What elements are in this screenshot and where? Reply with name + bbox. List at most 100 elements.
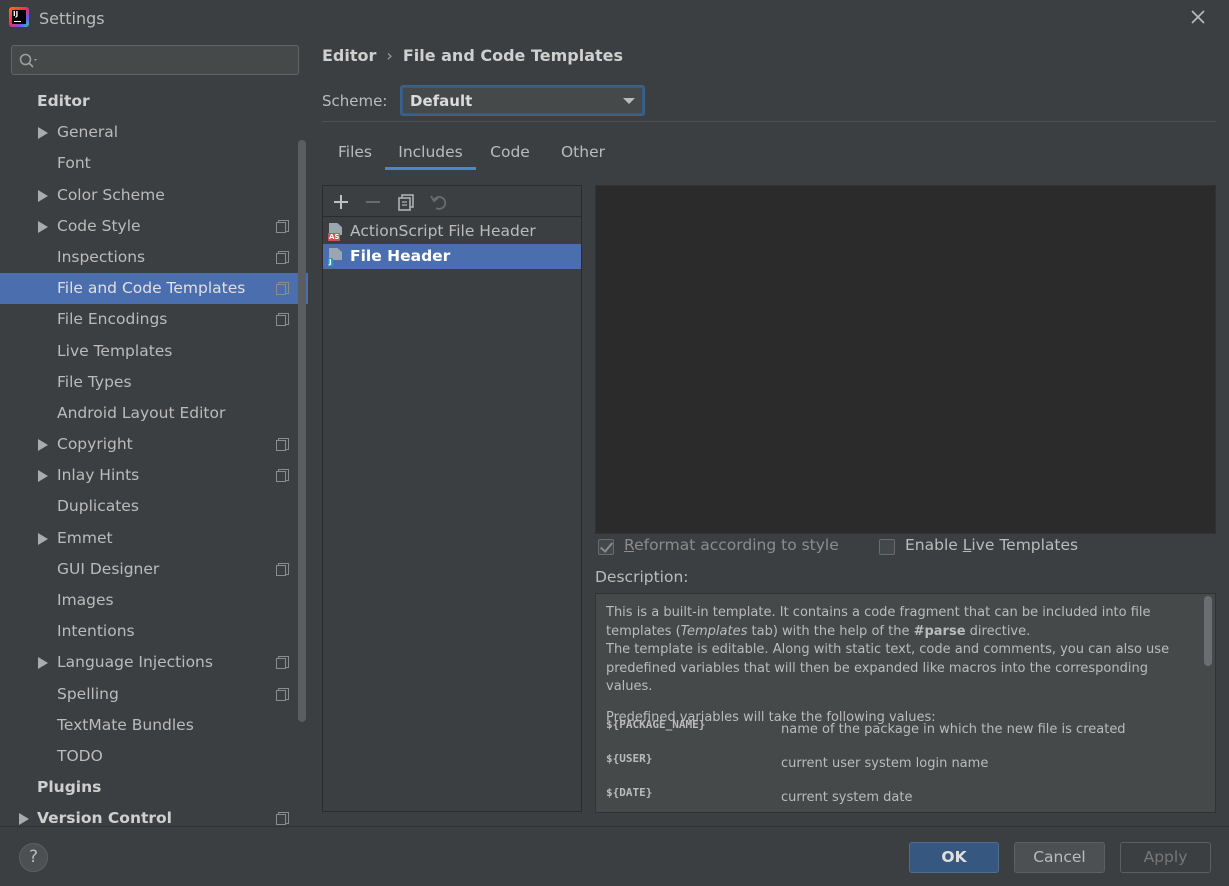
sidebar-item-general[interactable]: General — [0, 117, 308, 148]
sidebar-item-label: Editor — [37, 92, 90, 110]
breadcrumb-current: File and Code Templates — [402, 46, 624, 65]
templates-toolbar — [323, 186, 581, 217]
sidebar-item-file-encodings[interactable]: File Encodings — [0, 304, 308, 335]
variable-description: name of the package in which the new fil… — [781, 722, 1126, 737]
variable-row: ${PACKAGE_NAME} name of the package in wh… — [606, 718, 1196, 752]
reformat-checkbox[interactable] — [598, 539, 614, 555]
sidebar-item-file-types[interactable]: File Types — [0, 367, 308, 398]
chevron-down-icon — [623, 98, 635, 104]
expand-arrow-icon[interactable] — [38, 439, 48, 452]
search-input[interactable] — [46, 49, 291, 71]
help-button[interactable]: ? — [19, 843, 48, 872]
sidebar-item-android-layout-editor[interactable]: Android Layout Editor — [0, 398, 308, 429]
sidebar-item-textmate-bundles[interactable]: TextMate Bundles — [0, 710, 308, 741]
copy-icon[interactable] — [396, 192, 416, 212]
settings-tree: Editor General Font Color Scheme Code Style I… — [0, 86, 308, 835]
template-label: ActionScript File Header — [350, 222, 536, 240]
expand-arrow-icon[interactable] — [38, 532, 48, 545]
breadcrumb-separator: › — [386, 46, 393, 65]
tab-other[interactable]: Other — [553, 136, 613, 170]
breadcrumb-parent[interactable]: Editor — [322, 46, 376, 65]
sidebar-item-intentions[interactable]: Intentions — [0, 616, 308, 647]
cancel-button[interactable]: Cancel — [1014, 842, 1105, 873]
add-icon[interactable] — [331, 192, 351, 212]
sidebar-item-label: Android Layout Editor — [57, 403, 226, 422]
sidebar-item-label: Code Style — [57, 216, 141, 235]
settings-sidebar: Editor General Font Color Scheme Code Style I… — [0, 36, 308, 827]
project-settings-icon — [276, 687, 289, 701]
sidebar-item-gui-designer[interactable]: GUI Designer — [0, 554, 308, 585]
scheme-label: Scheme: — [322, 92, 388, 110]
expand-arrow-icon[interactable] — [38, 470, 48, 483]
sidebar-item-images[interactable]: Images — [0, 585, 308, 616]
sidebar-item-font[interactable]: Font — [0, 148, 308, 179]
content-panel: Editor › File and Code Templates Scheme: D… — [308, 36, 1229, 826]
template-item[interactable]: J File Header — [323, 244, 581, 269]
sidebar-item-todo[interactable]: TODO — [0, 741, 308, 772]
settings-search[interactable] — [11, 45, 299, 75]
variable-name: ${PACKAGE_NAME} — [606, 718, 706, 731]
sidebar-item-color-scheme[interactable]: Color Scheme — [0, 180, 308, 211]
sidebar-item-plugins[interactable]: Plugins — [0, 772, 308, 803]
description-label: Description: — [595, 568, 689, 586]
variables-table: ${PACKAGE_NAME} name of the package in wh… — [606, 718, 1196, 812]
scheme-dropdown[interactable]: Default — [400, 85, 645, 116]
file-template-icon: AS — [328, 223, 344, 241]
sidebar-item-label: Copyright — [57, 435, 133, 454]
sidebar-item-label: Duplicates — [57, 497, 139, 516]
sidebar-item-language-injections[interactable]: Language Injections — [0, 647, 308, 678]
breadcrumb: Editor › File and Code Templates — [322, 46, 623, 65]
project-settings-icon — [276, 250, 289, 264]
sidebar-item-file-and-code-templates[interactable]: File and Code Templates — [0, 273, 308, 305]
reset-icon[interactable] — [428, 192, 448, 212]
template-label: File Header — [350, 247, 451, 265]
scheme-value: Default — [410, 92, 473, 110]
sidebar-item-label: Language Injections — [57, 653, 213, 672]
expand-arrow-icon[interactable] — [19, 813, 29, 826]
close-icon[interactable] — [1189, 8, 1207, 26]
template-editor[interactable] — [595, 185, 1216, 534]
sidebar-scrollbar[interactable] — [298, 140, 306, 722]
sidebar-item-code-style[interactable]: Code Style — [0, 211, 308, 242]
description-line: This is a built-in template. It contains… — [606, 605, 1151, 620]
title-bar: IJ Settings — [0, 0, 1229, 36]
expand-arrow-icon[interactable] — [38, 189, 48, 202]
remove-icon[interactable] — [363, 192, 383, 212]
sidebar-item-label: File and Code Templates — [57, 279, 246, 298]
project-settings-icon — [276, 438, 289, 452]
sidebar-item-spelling[interactable]: Spelling — [0, 679, 308, 710]
sidebar-item-inlay-hints[interactable]: Inlay Hints — [0, 460, 308, 491]
variable-description: current system date — [781, 790, 913, 805]
variable-row: ${USER} current user system login name — [606, 752, 1196, 786]
project-settings-icon — [276, 219, 289, 233]
expand-arrow-icon[interactable] — [38, 127, 48, 140]
description-text: This is a built-in template. It contains… — [606, 604, 1196, 727]
live-templates-checkbox[interactable] — [879, 539, 895, 555]
expand-arrow-icon[interactable] — [38, 220, 48, 233]
project-settings-icon — [276, 656, 289, 670]
sidebar-item-emmet[interactable]: Emmet — [0, 523, 308, 554]
window-title: Settings — [39, 9, 105, 28]
project-settings-icon — [276, 812, 289, 826]
reformat-label: Reformat according to style — [624, 536, 839, 554]
project-settings-icon — [276, 282, 289, 296]
variable-name: ${USER} — [606, 752, 653, 765]
search-icon — [19, 53, 37, 68]
tab-files[interactable]: Files — [328, 136, 382, 170]
sidebar-item-copyright[interactable]: Copyright — [0, 429, 308, 460]
sidebar-item-editor[interactable]: Editor — [0, 86, 308, 117]
sidebar-item-label: Inspections — [57, 247, 146, 266]
ok-button[interactable]: OK — [909, 842, 999, 873]
template-item[interactable]: AS ActionScript File Header — [323, 219, 581, 244]
tab-code[interactable]: Code — [483, 136, 537, 170]
templates-list-panel: AS ActionScript File Header J File Header — [322, 185, 582, 812]
apply-button[interactable]: Apply — [1120, 842, 1211, 873]
description-panel: This is a built-in template. It contains… — [595, 593, 1216, 813]
expand-arrow-icon[interactable] — [38, 657, 48, 670]
sidebar-item-label: File Encodings — [57, 310, 168, 329]
description-scrollbar[interactable] — [1204, 596, 1212, 666]
sidebar-item-inspections[interactable]: Inspections — [0, 242, 308, 273]
tab-includes[interactable]: Includes — [385, 136, 476, 170]
sidebar-item-duplicates[interactable]: Duplicates — [0, 491, 308, 522]
sidebar-item-live-templates[interactable]: Live Templates — [0, 336, 308, 367]
